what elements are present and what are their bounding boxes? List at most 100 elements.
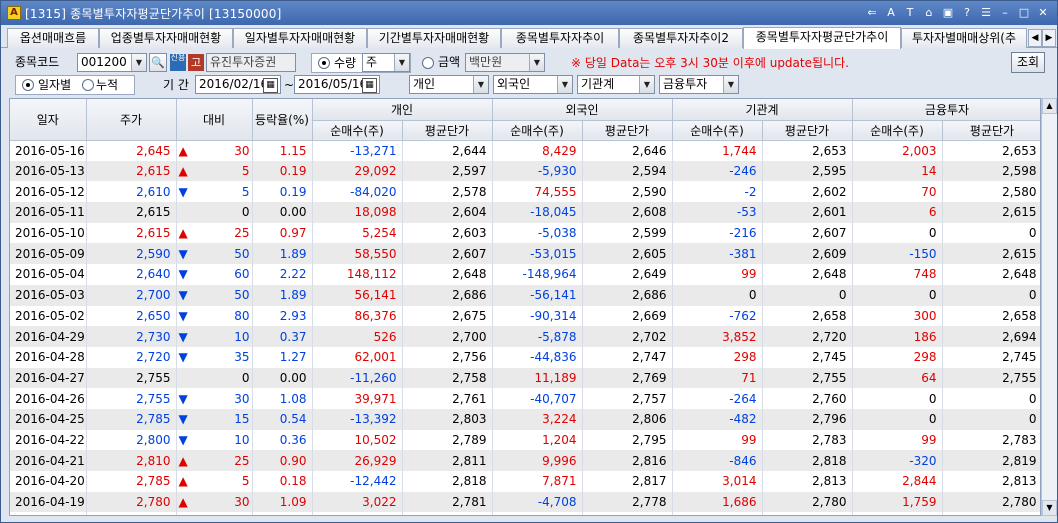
cell-price: 2,610: [86, 181, 177, 203]
header-avg-price[interactable]: 평균단가: [762, 120, 853, 141]
table-row[interactable]: 2016-04-182,750▼100.36-33,5642,75129,123…: [10, 512, 1040, 515]
chevron-down-icon[interactable]: ▼: [394, 54, 409, 71]
cell-individual-avg: 2,818: [402, 471, 493, 492]
table-row[interactable]: 2016-04-29 2,730 ▼ 10 0.37 526 2,700 -5,878 2,70…: [10, 326, 1040, 347]
chevron-down-icon[interactable]: ▼: [529, 54, 544, 71]
tab-option-flow[interactable]: 옵션매매흐름: [7, 28, 99, 48]
table-row[interactable]: 2016-05-03 2,700 ▼ 50 1.89 56,141 2,686 -56,141…: [10, 284, 1040, 306]
header-avg-price[interactable]: 평균단가: [582, 120, 673, 141]
font-icon[interactable]: A: [883, 4, 899, 21]
change-value: 25: [234, 226, 250, 241]
cell-rate: 0.00: [252, 367, 313, 389]
table-row[interactable]: 2016-05-09 2,590 ▼ 50 1.89 58,550 2,607 -53,015…: [10, 243, 1040, 265]
qty-radio[interactable]: [318, 57, 330, 69]
table-row[interactable]: 2016-05-16 2,645 ▲ 30 1.15 -13,271 2,644 8,429 2…: [10, 140, 1040, 161]
calendar-icon[interactable]: ▦: [362, 78, 377, 93]
help-icon[interactable]: ?: [959, 4, 975, 21]
tab-next-icon[interactable]: ▶: [1042, 29, 1056, 47]
query-button[interactable]: 조회: [1011, 52, 1045, 73]
cell-change: 0: [176, 202, 253, 223]
header-price[interactable]: 주가: [86, 99, 177, 141]
calendar-icon[interactable]: ▦: [263, 78, 278, 93]
header-avg-price[interactable]: 평균단가: [402, 120, 493, 141]
date-to-input[interactable]: 2016/05/16 ▦: [294, 75, 380, 94]
search-icon[interactable]: 🔍: [149, 53, 167, 72]
link-icon[interactable]: ⇐: [864, 4, 880, 21]
header-net-buy[interactable]: 순매수(주): [672, 120, 763, 141]
tab-stock-investor-avg-price[interactable]: 종목별투자자평균단가추이: [743, 27, 901, 49]
scroll-up-icon[interactable]: ▲: [1042, 98, 1057, 114]
chevron-down-icon[interactable]: ▼: [131, 54, 146, 71]
chevron-down-icon[interactable]: ▼: [723, 76, 738, 93]
cell-price: 2,750: [86, 512, 177, 515]
header-rate[interactable]: 등락율(%): [252, 99, 313, 141]
table-row[interactable]: 2016-04-21 2,810 ▲ 25 0.90 26,929 2,811 9,996 2,…: [10, 450, 1040, 471]
cell-date: 2016-04-20: [10, 471, 87, 492]
cell-date: 2016-05-12: [10, 181, 87, 203]
table-row[interactable]: 2016-04-27 2,755 0 0.00 -11,260 2,758 11,189 2,…: [10, 367, 1040, 389]
investor-select-1[interactable]: 개인 ▼: [409, 75, 489, 94]
cell-institution-avg: 2,760: [762, 388, 853, 409]
amount-unit-select[interactable]: 백만원 ▼: [465, 53, 545, 72]
chevron-down-icon[interactable]: ▼: [557, 76, 572, 93]
table-row[interactable]: 2016-04-25 2,785 ▼ 15 0.54 -13,392 2,803 3,224 2…: [10, 408, 1040, 430]
tab-investor-top-trades[interactable]: 투자자별매매상위(추: [901, 28, 1027, 48]
tab-daily-investor[interactable]: 일자별투자자매매현황: [233, 28, 367, 48]
header-date[interactable]: 일자: [10, 99, 87, 141]
print-icon[interactable]: ▣: [940, 4, 956, 21]
home-icon[interactable]: ⌂: [921, 4, 937, 21]
header-net-buy[interactable]: 순매수(주): [852, 120, 943, 141]
investor-select-3[interactable]: 기관계 ▼: [577, 75, 655, 94]
cell-foreign-net: -90,314: [492, 305, 583, 327]
table-row[interactable]: 2016-05-02 2,650 ▼ 80 2.93 86,376 2,675 -90,314…: [10, 305, 1040, 327]
cell-foreign-avg: 2,669: [582, 305, 673, 327]
table-row[interactable]: 2016-05-12 2,610 ▼ 5 0.19 -84,020 2,578 74,555 2…: [10, 181, 1040, 203]
table-row[interactable]: 2016-05-13 2,615 ▲ 5 0.19 29,092 2,597 -5,930 2,…: [10, 160, 1040, 182]
chevron-down-icon[interactable]: ▼: [473, 76, 488, 93]
change-value: 0: [241, 370, 250, 385]
scroll-down-icon[interactable]: ▼: [1042, 500, 1057, 516]
investor-select-4[interactable]: 금융투자 ▼: [659, 75, 739, 94]
cumulative-radio[interactable]: [82, 79, 94, 91]
change-value: 25: [234, 453, 250, 468]
cell-foreign-net: -18,045: [492, 202, 583, 223]
tab-stock-investor-trend[interactable]: 종목별투자자추이: [501, 28, 619, 48]
cell-institution-avg: 2,609: [762, 243, 853, 265]
cell-foreign-avg: 2,769: [582, 367, 673, 389]
menu-icon[interactable]: ☰: [978, 4, 994, 21]
table-row[interactable]: 2016-04-19 2,780 ▲ 30 1.09 3,022 2,781 -4,708 2,…: [10, 491, 1040, 513]
header-change[interactable]: 대비: [176, 99, 253, 141]
tab-prev-icon[interactable]: ◀: [1028, 29, 1042, 47]
close-button[interactable]: ✕: [1035, 4, 1051, 21]
minimize-button[interactable]: –: [997, 4, 1013, 21]
code-input[interactable]: 001200 ▼: [77, 53, 147, 72]
tab-period-investor[interactable]: 기간별투자자매매현황: [367, 28, 501, 48]
table-row[interactable]: 2016-05-10 2,615 ▲ 25 0.97 5,254 2,603 -5,038 2,…: [10, 222, 1040, 244]
cell-price: 2,640: [86, 264, 177, 285]
cell-rate: 0.36: [252, 512, 313, 515]
tab-sector-investor[interactable]: 업종별투자자매매현황: [99, 28, 233, 48]
investor-select-2[interactable]: 외국인 ▼: [493, 75, 573, 94]
maximize-button[interactable]: □: [1016, 4, 1032, 21]
change-value: 5: [241, 184, 250, 199]
date-from-input[interactable]: 2016/02/16 ▦: [195, 75, 281, 94]
table-row[interactable]: 2016-04-22 2,800 ▼ 10 0.36 10,502 2,789 1,204 2,…: [10, 429, 1040, 451]
table-row[interactable]: 2016-04-26 2,755 ▼ 30 1.08 39,971 2,761 -40,707…: [10, 388, 1040, 409]
cell-change: ▼ 35: [176, 346, 253, 368]
unit-select[interactable]: 주 ▼: [362, 53, 410, 72]
table-row[interactable]: 2016-05-11 2,615 0 0.00 18,098 2,604 -18,045 2,…: [10, 202, 1040, 223]
table-row[interactable]: 2016-05-04 2,640 ▼ 60 2.22 148,112 2,648 -148,9…: [10, 264, 1040, 285]
header-net-buy[interactable]: 순매수(주): [312, 120, 403, 141]
tab-stock-investor-trend2[interactable]: 종목별투자자추이2: [619, 28, 743, 48]
table-row[interactable]: 2016-04-28 2,720 ▼ 35 1.27 62,001 2,756 -44,836…: [10, 346, 1040, 368]
amount-radio[interactable]: [422, 57, 434, 69]
header-avg-price[interactable]: 평균단가: [942, 120, 1040, 141]
chevron-down-icon[interactable]: ▼: [639, 76, 654, 93]
daily-radio[interactable]: [22, 79, 34, 91]
vertical-scrollbar[interactable]: ▲ ▼: [1041, 98, 1057, 516]
arrow-down-icon: ▼: [178, 432, 188, 447]
cell-change: ▲ 5: [176, 160, 253, 182]
table-row[interactable]: 2016-04-20 2,785 ▲ 5 0.18 -12,442 2,818 7,871 2,…: [10, 471, 1040, 492]
text-icon[interactable]: T: [902, 4, 918, 21]
header-net-buy[interactable]: 순매수(주): [492, 120, 583, 141]
